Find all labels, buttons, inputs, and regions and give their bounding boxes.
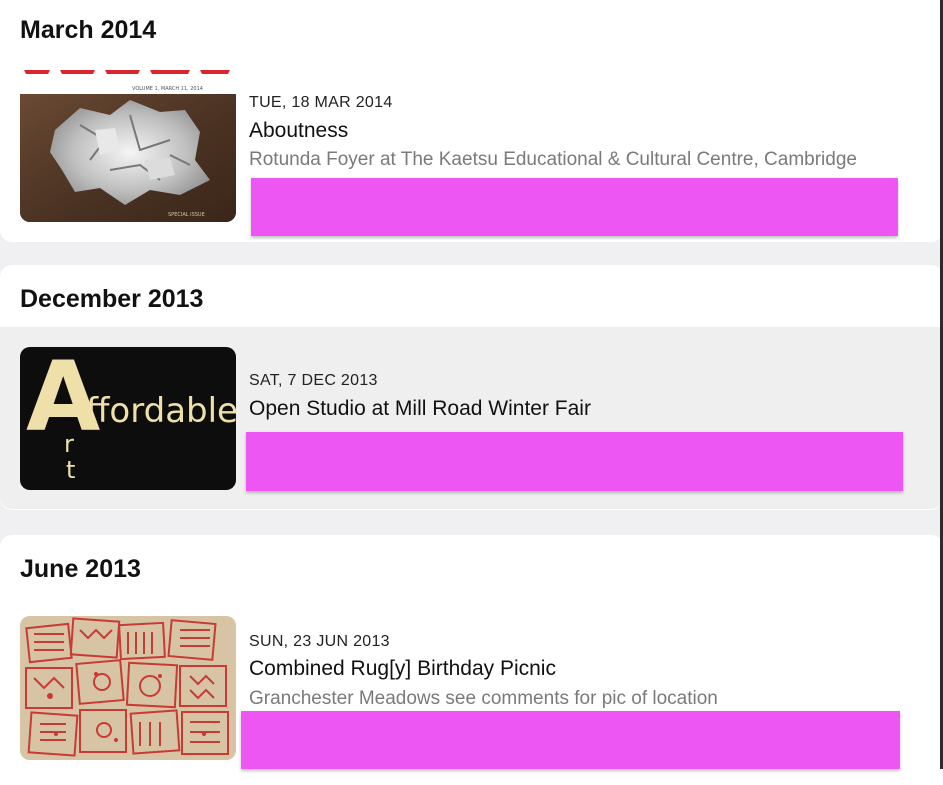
section-heading: June 2013 (20, 555, 141, 583)
section-june-2013: June 2013 SUN, 23 JUN 2013 Combined Rug[… (0, 535, 943, 785)
crumpled-foil-image: VOLUME 1, MARCH 11, 2014 SPECIAL ISSUE (20, 70, 236, 222)
event-thumbnail[interactable]: A ffordable r t (20, 347, 236, 490)
redaction-block (241, 711, 900, 769)
event-date: TUE, 18 MAR 2014 (249, 94, 393, 111)
section-heading: December 2013 (20, 285, 204, 313)
event-location: Rotunda Foyer at The Kaetsu Educational … (249, 149, 857, 170)
svg-text:VOLUME 1, MARCH 11, 2014: VOLUME 1, MARCH 11, 2014 (132, 86, 203, 92)
event-location: Granchester Meadows see comments for pic… (249, 688, 718, 709)
section-march-2014: March 2014 VOLUME 1, MARCH 11, 2014 SPEC… (0, 0, 943, 242)
event-title[interactable]: Aboutness (249, 119, 348, 143)
redaction-block (251, 178, 898, 236)
event-row-open-studio[interactable]: A ffordable r t SAT, 7 DEC 2013 Open Stu… (0, 327, 943, 509)
event-thumbnail[interactable]: VOLUME 1, MARCH 11, 2014 SPECIAL ISSUE (20, 70, 236, 222)
event-date: SUN, 23 JUN 2013 (249, 633, 390, 650)
section-december-2013: December 2013 A ffordable r t SAT, 7 DEC… (0, 265, 943, 510)
svg-text:SPECIAL ISSUE: SPECIAL ISSUE (168, 212, 205, 218)
event-title[interactable]: Combined Rug[y] Birthday Picnic (249, 657, 556, 681)
event-thumbnail[interactable] (20, 616, 236, 760)
event-date: SAT, 7 DEC 2013 (249, 372, 378, 389)
section-heading: March 2014 (20, 16, 157, 44)
rug-drawing-image (20, 616, 236, 760)
event-row-aboutness[interactable]: VOLUME 1, MARCH 11, 2014 SPECIAL ISSUE T… (0, 70, 943, 240)
event-title[interactable]: Open Studio at Mill Road Winter Fair (249, 397, 591, 421)
event-row-rugy-picnic[interactable]: SUN, 23 JUN 2013 Combined Rug[y] Birthda… (0, 615, 943, 775)
redaction-block (246, 432, 903, 491)
